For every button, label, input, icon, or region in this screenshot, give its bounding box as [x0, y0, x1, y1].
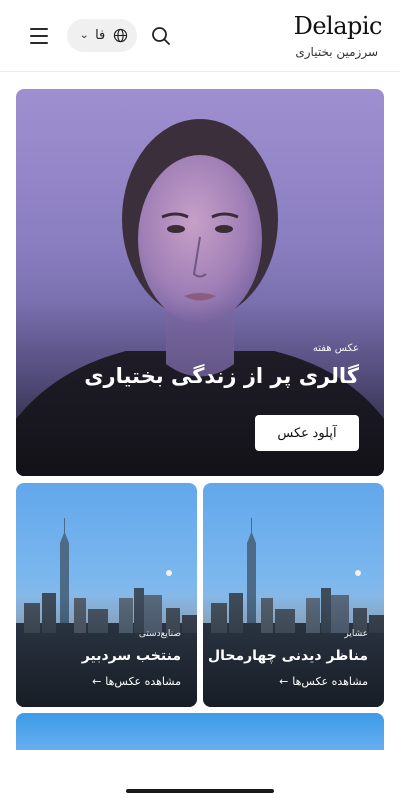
language-label: فا: [95, 28, 106, 43]
featured-photo-card[interactable]: عکس هفته گالری پر از زندگی بختیاری آپلود…: [16, 89, 384, 476]
home-indicator[interactable]: [126, 789, 274, 793]
language-switcher[interactable]: ⌄ فا: [67, 19, 137, 52]
upload-photo-button[interactable]: آپلود عکس: [255, 415, 359, 451]
view-photos-label: مشاهده عکس‌ها: [105, 675, 181, 688]
card-eyebrow: صنایع‌دستی: [138, 629, 181, 639]
top-header: ⌄ فا Delapic سرزمین بختیاری: [0, 0, 400, 72]
category-card[interactable]: صنایع‌دستی منتخب سردبیر مشاهده عکس‌ها ←: [16, 483, 197, 707]
hero-eyebrow: عکس هفته: [312, 343, 359, 354]
arrow-left-icon: ←: [279, 675, 289, 688]
next-card-preview[interactable]: [16, 713, 384, 753]
view-photos-link[interactable]: مشاهده عکس‌ها ←: [92, 675, 181, 688]
view-photos-link[interactable]: مشاهده عکس‌ها ←: [279, 675, 368, 688]
search-icon[interactable]: [150, 25, 172, 47]
hero-title: گالری پر از زندگی بختیاری: [84, 364, 359, 388]
hamburger-menu-icon[interactable]: [26, 24, 52, 48]
card-title: منتخب سردبیر: [81, 648, 181, 664]
arrow-left-icon: ←: [92, 675, 102, 688]
globe-icon: [113, 28, 128, 43]
card-eyebrow: عشایر: [344, 629, 368, 639]
category-card[interactable]: عشایر مناظر دیدنی چهارمحال مشاهده عکس‌ها…: [203, 483, 384, 707]
site-tagline: سرزمین بختیاری: [295, 45, 378, 59]
chevron-down-icon: ⌄: [79, 30, 90, 41]
view-photos-label: مشاهده عکس‌ها: [292, 675, 368, 688]
site-logo[interactable]: Delapic: [294, 12, 383, 40]
card-title: مناظر دیدنی چهارمحال: [207, 648, 368, 664]
